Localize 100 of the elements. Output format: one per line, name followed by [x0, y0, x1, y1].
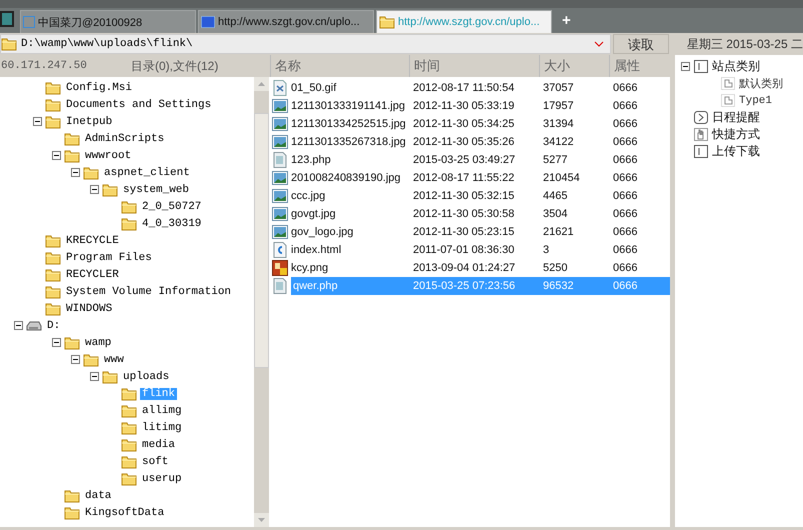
file-name[interactable]: govgt.jpg	[291, 205, 336, 223]
tree-item[interactable]: KingsoftData	[83, 506, 166, 518]
folder-icon	[121, 420, 137, 434]
file-name[interactable]: index.html	[291, 241, 342, 259]
collapse-toggle[interactable]	[71, 355, 80, 364]
file-name[interactable]: ccc.jpg	[291, 187, 326, 205]
tree-item[interactable]: wamp	[83, 336, 114, 348]
file-name[interactable]: 1211301334252515.jpg	[291, 115, 406, 133]
table-cell-text: 2012-08-17 11:55:22	[412, 171, 516, 186]
clock-icon	[694, 111, 708, 124]
tree-item[interactable]: 2_0_50727	[140, 200, 204, 212]
tree-item[interactable]: RECYCLER	[64, 268, 121, 280]
tree-item[interactable]: WINDOWS	[64, 302, 114, 314]
collapse-toggle[interactable]	[14, 321, 23, 330]
folder-icon	[64, 506, 80, 520]
file-name[interactable]: kcy.png	[291, 259, 328, 277]
browser-tab[interactable]: http://www.szgt.gov.cn/uplo...	[198, 10, 374, 33]
table-cell-text: 37057	[542, 81, 575, 96]
folder-icon	[121, 438, 137, 452]
table-cell-text: 5250	[542, 261, 568, 276]
drive-icon	[26, 320, 42, 332]
dropdown-icon[interactable]	[594, 41, 604, 47]
folder-icon	[45, 114, 61, 128]
folder-icon	[45, 98, 61, 112]
collapse-toggle[interactable]	[681, 62, 690, 71]
tree-item[interactable]: 4_0_30319	[140, 218, 204, 230]
read-button[interactable]: 读取	[613, 34, 669, 54]
tree-item[interactable]: Config.Msi	[64, 82, 134, 94]
collapse-toggle[interactable]	[90, 372, 99, 381]
tree-item[interactable]: Program Files	[64, 252, 154, 264]
table-cell-text: 2015-03-25 03:49:27	[412, 153, 516, 168]
table-cell-text: 2011-07-01 08:36:30	[412, 243, 516, 258]
tree-item[interactable]: litimg	[140, 422, 184, 434]
file-name[interactable]: 1211301333191141.jpg	[291, 97, 405, 115]
tree-item[interactable]: Inetpub	[64, 116, 114, 128]
table-cell-text: 0666	[612, 261, 638, 276]
tree-item[interactable]: media	[140, 438, 178, 450]
table-cell-text: 0666	[612, 153, 638, 168]
table-cell-text: 2012-08-17 11:50:54	[412, 81, 516, 96]
tree-item[interactable]: data	[83, 490, 114, 502]
folder-icon	[121, 386, 137, 400]
page-icon	[201, 16, 215, 28]
tree-item[interactable]: userup	[140, 472, 184, 484]
table-cell-text: 0666	[612, 243, 638, 258]
tree-item[interactable]: KRECYCLE	[64, 234, 121, 246]
folder-icon	[45, 250, 61, 264]
address-field[interactable]: D:\wamp\www\uploads\flink\	[0, 34, 612, 54]
folder-icon	[45, 80, 61, 94]
file-name[interactable]: 201008240839190.jpg	[291, 169, 401, 187]
tree-item[interactable]: 日程提醒	[712, 109, 760, 126]
document-icon	[272, 152, 288, 168]
table-cell-text: 0666	[612, 207, 638, 222]
folder-icon	[45, 268, 61, 282]
table-cell-text: 0666	[612, 99, 638, 114]
tree-item[interactable]: Type1	[739, 94, 772, 106]
file-name[interactable]: 123.php	[291, 151, 331, 169]
new-tab-button[interactable]: +	[562, 12, 571, 29]
folder-icon	[1, 37, 17, 51]
table-cell-text: 0666	[612, 189, 638, 204]
table-cell-text: 0666	[612, 225, 638, 240]
tree-item[interactable]: soft	[140, 456, 170, 468]
table-cell-text: 0666	[612, 117, 638, 132]
image-file-icon	[272, 260, 288, 276]
tree-item[interactable]: Documents and Settings	[64, 98, 214, 110]
folder-icon	[45, 234, 61, 248]
tree-item[interactable]: 默认类别	[739, 76, 783, 91]
file-name[interactable]: 01_50.gif	[291, 79, 336, 97]
folder-icon	[121, 200, 137, 214]
tree-item[interactable]: 站点类别	[712, 58, 760, 75]
file-name[interactable]: gov_logo.jpg	[291, 223, 354, 241]
table-cell-text: 31394	[542, 117, 575, 132]
collapse-toggle[interactable]	[52, 151, 61, 160]
tree-item[interactable]: 快捷方式	[712, 126, 760, 143]
tree-item[interactable]: D:	[45, 320, 62, 332]
table-cell-text: 4465	[542, 189, 568, 204]
tree-item[interactable]: wwwroot	[83, 150, 134, 162]
table-cell-text: 2012-11-30 05:32:15	[412, 189, 516, 204]
table-cell-text: 2012-11-30 05:33:19	[412, 99, 516, 114]
collapse-toggle[interactable]	[90, 185, 99, 194]
table-cell-text: 3504	[542, 207, 568, 222]
collapse-toggle[interactable]	[33, 117, 42, 126]
tree-item[interactable]: allimg	[140, 404, 184, 416]
collapse-toggle[interactable]	[52, 338, 61, 347]
table-cell: 2015-03-25 07:23:56	[409, 277, 539, 295]
app-icon[interactable]	[0, 10, 14, 26]
tree-item[interactable]: aspnet_client	[102, 166, 192, 178]
page-icon	[721, 94, 735, 107]
file-name[interactable]: 1211301335267318.jpg	[291, 133, 406, 151]
tree-item[interactable]: System Volume Information	[64, 286, 234, 298]
tree-item[interactable]: www	[102, 354, 126, 366]
collapse-toggle[interactable]	[71, 168, 80, 177]
table-cell-text: 2012-11-30 05:35:26	[412, 135, 516, 150]
tree-item[interactable]: AdminScripts	[83, 132, 166, 144]
tree-item[interactable]: 上传下载	[712, 143, 760, 160]
tree-item[interactable]: uploads	[121, 370, 172, 382]
browser-tab[interactable]: 中国菜刀@20100928	[20, 10, 196, 33]
tree-item[interactable]: system_web	[121, 184, 192, 196]
table-cell-text: 21621	[542, 225, 575, 240]
table-cell-text: 2012-11-30 05:30:58	[412, 207, 516, 222]
table-cell-text: 2012-11-30 05:34:25	[412, 117, 516, 132]
